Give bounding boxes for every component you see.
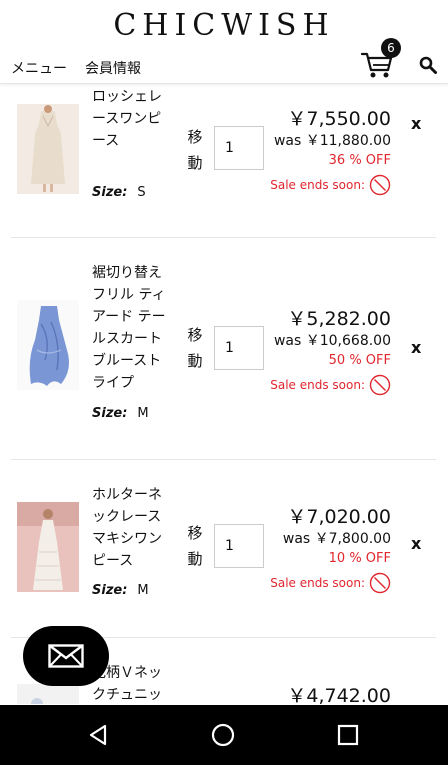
recents-icon[interactable] [336, 723, 360, 747]
cart-item: ホルターネックレースマキシワンピース Size: M 移動 1 ￥7,020.00… [11, 460, 436, 638]
product-size: Size: M [92, 406, 149, 421]
quantity-input[interactable]: 1 [214, 524, 264, 568]
discount-badge: 10 % OFF [328, 551, 391, 566]
cart-item: Ｖネッククロッシェレースワンピース Size:S 移動 1 ￥7,550.00 … [11, 84, 436, 238]
original-price: was ￥10,668.00 [273, 333, 391, 349]
product-image[interactable] [17, 104, 79, 194]
size-label: Size: [92, 583, 128, 598]
timer-icon [369, 572, 391, 594]
back-icon[interactable] [86, 723, 110, 747]
sale-ends-note: Sale ends soon: [270, 174, 391, 196]
sale-ends-label: Sale ends soon: [270, 178, 365, 192]
product-image[interactable] [17, 300, 79, 390]
system-navigation-bar [0, 705, 448, 765]
sale-ends-note: Sale ends soon: [270, 572, 391, 594]
sale-ends-label: Sale ends soon: [270, 378, 365, 392]
cart-item-list: Ｖネッククロッシェレースワンピース Size:S 移動 1 ￥7,550.00 … [0, 84, 448, 704]
cart-item: 裾切り替えフリル ティアード テールスカート ブルーストライプ Size: M 移… [11, 238, 436, 460]
timer-icon [369, 374, 391, 396]
size-label: Size: [92, 185, 128, 200]
cart-count-badge: 6 [381, 38, 401, 58]
mail-icon [48, 644, 84, 668]
size-value: M [137, 406, 149, 421]
quantity-input[interactable]: 1 [214, 326, 264, 370]
sale-ends-label: Sale ends soon: [270, 576, 365, 590]
size-value: M [137, 583, 149, 598]
remove-item-button[interactable]: x [411, 114, 421, 133]
quantity-input[interactable]: 1 [214, 126, 264, 170]
remove-item-button[interactable]: x [411, 338, 421, 357]
discount-badge: 36 % OFF [328, 153, 391, 168]
size-label: Size: [92, 406, 128, 421]
sale-price: ￥5,282.00 [287, 308, 391, 330]
contact-mail-button[interactable] [23, 626, 109, 686]
size-value: S [137, 185, 146, 200]
home-icon[interactable] [211, 723, 235, 747]
remove-item-button[interactable]: x [411, 534, 421, 553]
move-to-wishlist-button[interactable]: 移動 [184, 124, 206, 176]
sale-price: ￥7,550.00 [287, 108, 391, 130]
sale-price: ￥7,020.00 [287, 506, 391, 528]
product-image[interactable] [17, 684, 79, 704]
nav-member-link[interactable]: 会員情報 [85, 58, 141, 78]
search-icon[interactable] [419, 56, 437, 74]
timer-icon [369, 174, 391, 196]
product-name[interactable]: ホルターネックレースマキシワンピース [92, 484, 172, 572]
app-header: CHICWISH メニュー 会員情報 6 [0, 0, 448, 84]
product-name[interactable]: Ｖネッククロッシェレースワンピース [92, 84, 172, 152]
product-size: Size: S [92, 185, 146, 200]
site-logo[interactable]: CHICWISH [0, 8, 448, 43]
move-to-wishlist-button[interactable]: 移動 [184, 520, 206, 572]
nav-menu-link[interactable]: メニュー [11, 58, 67, 78]
product-image[interactable] [17, 502, 79, 592]
sale-ends-note: Sale ends soon: [270, 374, 391, 396]
sale-price: ￥4,742.00 [287, 685, 391, 704]
move-to-wishlist-button[interactable]: 移動 [184, 322, 206, 374]
original-price: was ￥7,800.00 [282, 531, 391, 547]
discount-badge: 50 % OFF [328, 353, 391, 368]
original-price: was ￥11,880.00 [273, 133, 391, 149]
product-name[interactable]: 裾切り替えフリル ティアード テールスカート ブルーストライプ [92, 262, 172, 394]
product-size: Size: M [92, 583, 149, 598]
